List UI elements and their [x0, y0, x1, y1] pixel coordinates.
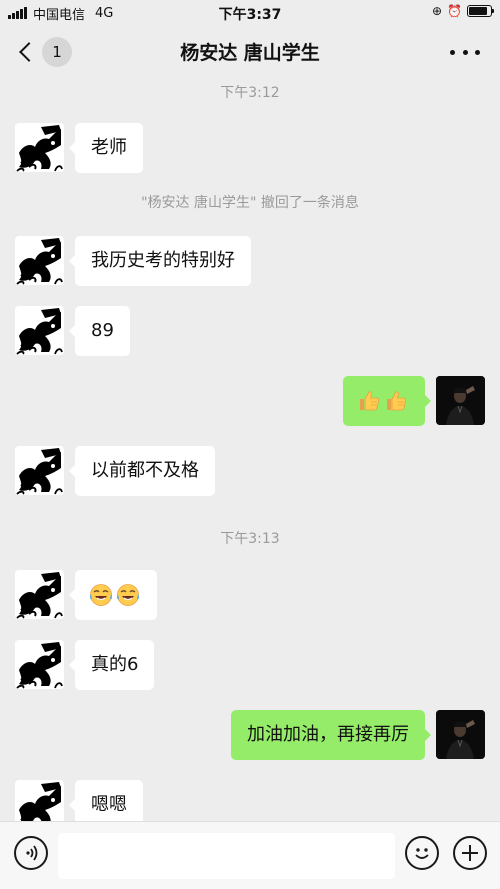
back-chevron-icon	[19, 42, 39, 62]
contact-avatar[interactable]	[15, 236, 64, 285]
unread-count-badge: 1	[42, 37, 72, 67]
alarm-icon: ⏰	[447, 4, 462, 18]
received-message[interactable]: 我历史考的特别好	[69, 236, 251, 286]
timestamp: 下午3:13	[220, 531, 280, 547]
contact-avatar[interactable]	[15, 640, 64, 689]
contact-avatar[interactable]	[15, 306, 64, 355]
thumbs-up-icon	[384, 389, 408, 413]
more-icon-dot	[462, 49, 468, 55]
chat-header: 1 杨安达 唐山学生	[0, 24, 500, 80]
recall-notice: "杨安达 唐山学生" 撤回了一条消息	[141, 195, 359, 211]
plus-icon	[462, 845, 478, 861]
emoji-icon	[415, 848, 429, 859]
input-bar	[0, 821, 500, 889]
chat-message-list[interactable]: 下午3:12 老师 "杨安达 唐山学生" 撤回了一条消息 我历史考的特别好 89…	[0, 80, 500, 821]
more-button[interactable]	[450, 40, 480, 64]
voice-icon	[26, 845, 38, 861]
rolling-laughing-icon	[89, 583, 113, 607]
battery-level	[469, 7, 487, 15]
more-functions-button[interactable]	[453, 836, 487, 870]
more-icon-dot	[475, 49, 480, 55]
my-avatar[interactable]	[436, 376, 485, 425]
received-message[interactable]: 89	[69, 306, 130, 356]
contact-avatar[interactable]	[15, 123, 64, 172]
received-message[interactable]: 以前都不及格	[69, 446, 215, 496]
received-emoji-message[interactable]	[69, 570, 157, 620]
back-button[interactable]: 1	[14, 36, 74, 68]
status-time: 下午3:37	[218, 7, 282, 23]
timestamp: 下午3:12	[220, 85, 280, 101]
battery-icon	[467, 5, 494, 17]
rolling-laughing-icon	[116, 583, 140, 607]
contact-avatar[interactable]	[15, 780, 64, 821]
thumbs-up-icon	[357, 389, 381, 413]
voice-button[interactable]	[14, 836, 48, 870]
message-input[interactable]	[58, 833, 395, 879]
status-bar: 中国电信 4G 下午3:37 ⊕ ⏰	[0, 0, 500, 24]
received-message[interactable]: 老师	[69, 123, 143, 173]
chat-title: 杨安达 唐山学生	[180, 42, 320, 64]
status-right: ⊕ ⏰	[431, 4, 494, 18]
more-icon-dot	[450, 49, 455, 55]
contact-avatar[interactable]	[15, 570, 64, 619]
received-message[interactable]: 真的6	[68, 640, 155, 690]
orientation-lock-icon: ⊕	[431, 4, 443, 18]
sent-emoji-message[interactable]	[343, 376, 431, 426]
received-message[interactable]: 嗯嗯	[69, 780, 143, 821]
sent-message[interactable]: 加油加油，再接再厉	[231, 710, 431, 760]
my-avatar[interactable]	[436, 710, 485, 759]
contact-avatar[interactable]	[15, 446, 64, 495]
emoji-button[interactable]	[405, 836, 439, 870]
